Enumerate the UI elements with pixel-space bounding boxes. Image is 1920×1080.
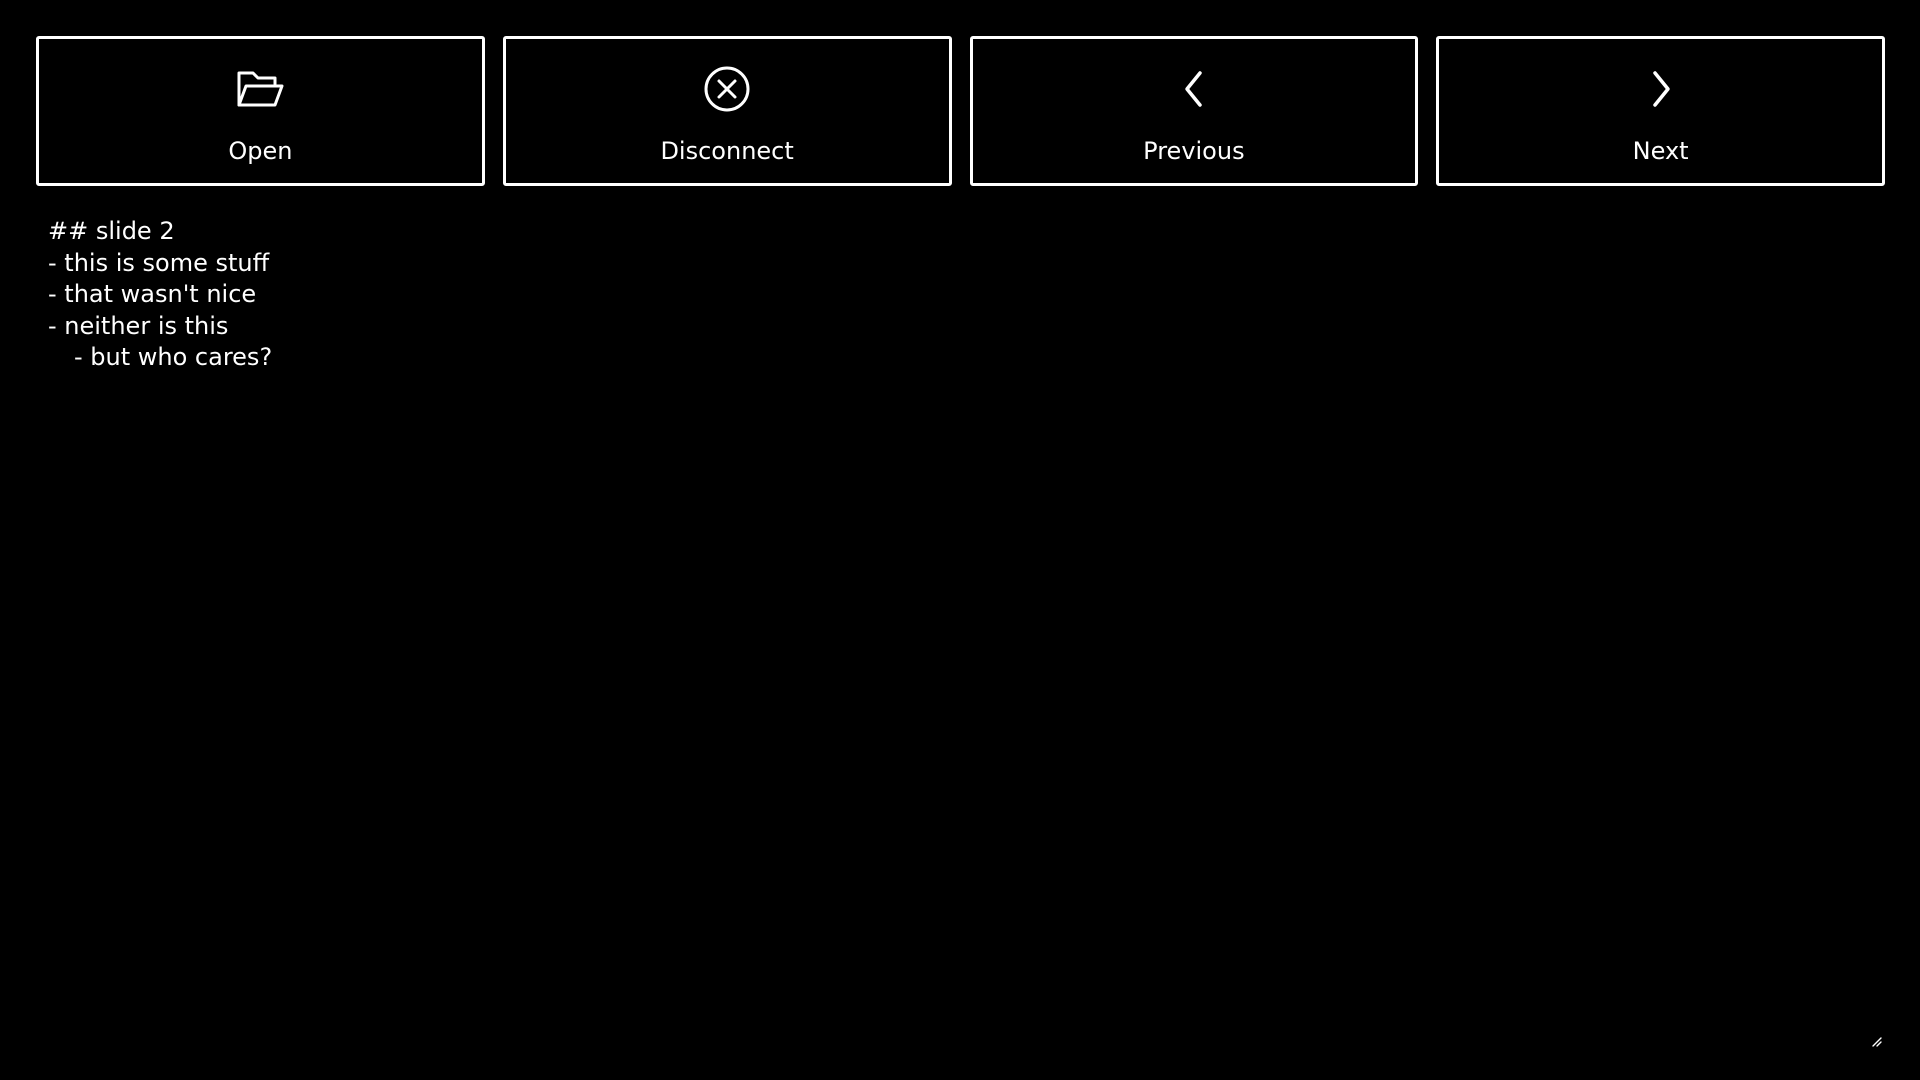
previous-button[interactable]: Previous xyxy=(969,36,1419,186)
open-label: Open xyxy=(228,137,293,165)
presenter-window: Open Disconnect Previous Next ## slide 2… xyxy=(0,0,1920,1080)
previous-label: Previous xyxy=(1143,137,1245,165)
next-button[interactable]: Next xyxy=(1436,36,1885,186)
slide-heading: ## slide 2 xyxy=(48,217,175,245)
slide-bullet: - this is some stuff xyxy=(48,248,270,277)
next-label: Next xyxy=(1632,137,1689,165)
resize-grip-icon[interactable] xyxy=(1870,1032,1882,1047)
disconnect-label: Disconnect xyxy=(660,137,794,165)
open-button[interactable]: Open xyxy=(36,36,485,186)
chevron-right-icon xyxy=(1635,63,1687,115)
circle-x-icon xyxy=(701,63,753,115)
slide-content: ## slide 2 - this is some stuff - that w… xyxy=(48,216,1878,374)
slide-sub-bullet: - but who cares? xyxy=(74,343,273,372)
slide-bullet: - neither is this xyxy=(48,311,229,340)
disconnect-button[interactable]: Disconnect xyxy=(502,36,952,186)
slide-bullet: - that wasn't nice xyxy=(48,280,257,309)
folder-open-icon xyxy=(234,63,286,115)
toolbar: Open Disconnect Previous Next xyxy=(36,36,1885,186)
chevron-left-icon xyxy=(1168,63,1220,115)
